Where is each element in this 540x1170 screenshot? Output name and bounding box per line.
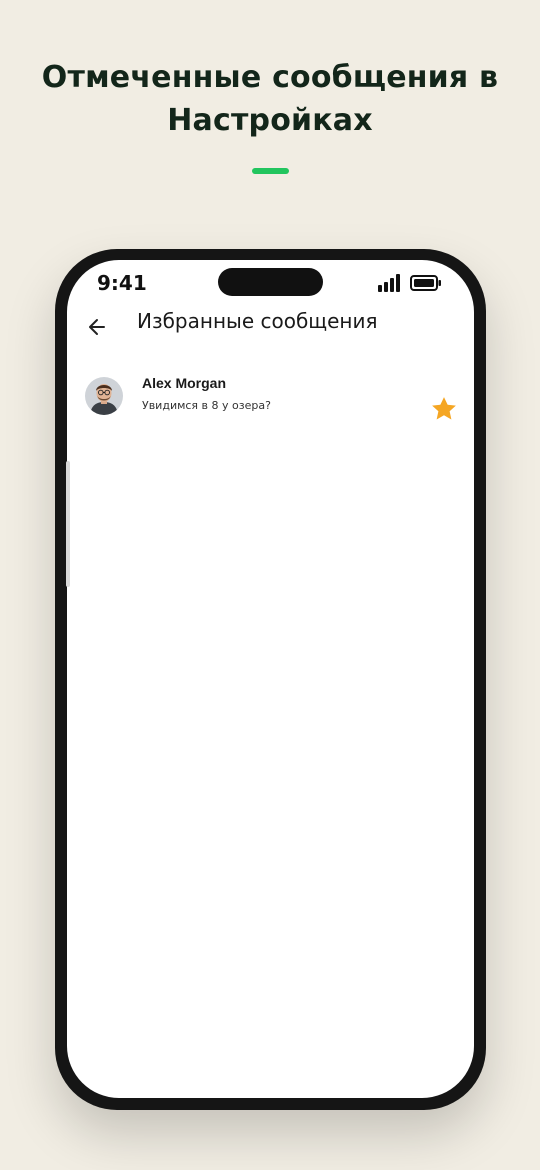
message-preview: Увидимся в 8 у озера?	[142, 399, 271, 412]
starred-message-item[interactable]: Alex Morgan Увидимся в 8 у озера?	[67, 370, 474, 430]
back-button[interactable]	[83, 313, 111, 341]
arrow-left-icon	[89, 319, 105, 335]
avatar	[85, 377, 123, 415]
promo-title-line-1: Отмеченные сообщения в	[41, 60, 499, 95]
sender-name: Alex Morgan	[142, 375, 227, 391]
cellular-signal-icon	[378, 274, 400, 292]
accent-bar	[252, 168, 289, 174]
star-icon	[432, 397, 456, 420]
star-button[interactable]	[429, 394, 459, 424]
dynamic-island	[218, 268, 323, 296]
phone-screen: 9:41 Избранные сообщения Alex Morgan Уви…	[67, 260, 474, 1098]
promo-title: Отмеченные сообщения в Настройках	[0, 56, 540, 142]
phone-frame: 9:41 Избранные сообщения Alex Morgan Уви…	[55, 249, 486, 1110]
star-shape	[432, 397, 456, 420]
screen-title: Избранные сообщения	[137, 309, 378, 333]
user-avatar-icon	[85, 377, 123, 415]
battery-icon	[410, 275, 441, 291]
side-button	[66, 461, 70, 587]
promo-title-line-2: Настройках	[167, 103, 373, 138]
status-time: 9:41	[97, 271, 147, 295]
